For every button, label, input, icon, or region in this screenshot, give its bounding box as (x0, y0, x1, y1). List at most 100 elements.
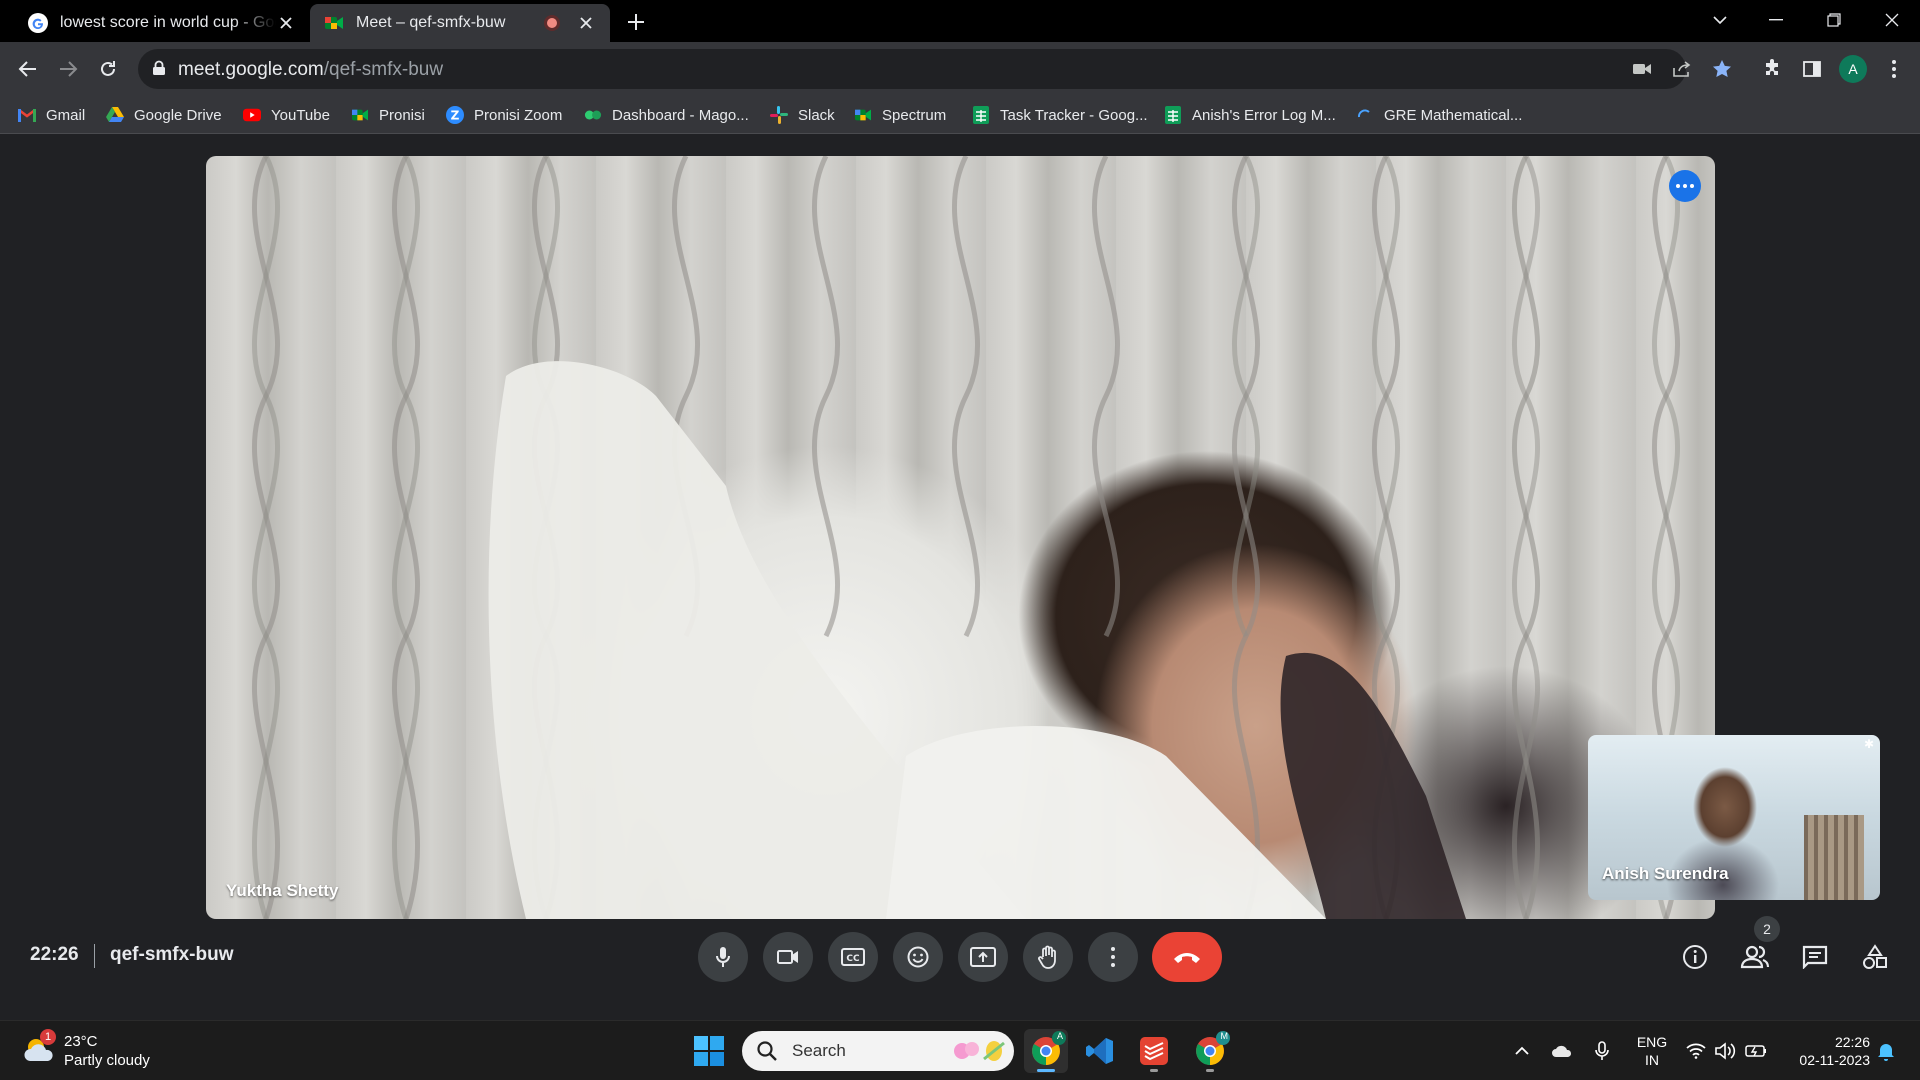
pin-icon[interactable]: ✱ (1864, 737, 1874, 751)
plus-icon (628, 14, 644, 30)
bookmark-dashboard[interactable]: Dashboard - Mago... (584, 104, 749, 126)
bookmark-star-icon[interactable] (1710, 57, 1734, 81)
tab-title: Meet – qef-smfx-buw (356, 14, 506, 31)
forward-button[interactable] (52, 53, 84, 85)
taskbar-clock[interactable]: 22:26 02-11-2023 (1774, 1033, 1870, 1069)
leave-call-button[interactable] (1152, 932, 1222, 982)
chat-button[interactable] (1792, 934, 1838, 980)
participant-name: Yuktha Shetty (226, 881, 339, 900)
more-options-button[interactable] (1669, 170, 1701, 202)
input-language-indicator[interactable]: ENG IN (1634, 1033, 1670, 1069)
bookmark-error-log[interactable]: Anish's Error Log M... (1164, 104, 1336, 126)
extensions-icon[interactable] (1758, 55, 1786, 83)
curtain-pattern (251, 156, 1681, 919)
meeting-details-button[interactable] (1672, 934, 1718, 980)
url-host: meet.google.com (178, 59, 324, 80)
arrow-right-icon (60, 61, 78, 77)
camera-button[interactable] (763, 932, 813, 982)
bookmark-pronisi-zoom[interactable]: Z Pronisi Zoom (446, 104, 562, 126)
share-icon[interactable] (1670, 57, 1694, 81)
info-icon (1683, 945, 1707, 969)
meet-icon (854, 106, 872, 124)
microphone-in-use-icon[interactable] (1590, 1039, 1614, 1063)
windows-start-icon[interactable] (694, 1036, 724, 1066)
url-text[interactable]: meet.google.com/qef-smfx-buw (178, 59, 443, 81)
new-tab-button[interactable] (622, 8, 650, 36)
loading-icon (1356, 106, 1374, 124)
captions-button[interactable]: CC (828, 932, 878, 982)
reload-button[interactable] (92, 53, 124, 85)
lock-icon[interactable] (152, 60, 166, 76)
activities-button[interactable] (1852, 934, 1898, 980)
activities-icon (1863, 944, 1887, 969)
close-tab-icon[interactable] (276, 13, 296, 33)
onedrive-icon[interactable] (1550, 1039, 1574, 1063)
present-screen-button[interactable] (958, 932, 1008, 982)
bookmark-youtube[interactable]: YouTube (243, 104, 330, 126)
microphone-button[interactable] (698, 932, 748, 982)
emoji-icon (907, 946, 929, 968)
profile-badge-letter: A (1056, 1031, 1063, 1041)
meeting-code[interactable]: qef-smfx-buw (110, 944, 234, 966)
weather-temperature: 23°C (64, 1033, 98, 1050)
clock-time: 22:26 (1834, 1034, 1870, 1050)
window-grill (1804, 815, 1864, 900)
taskbar-vscode[interactable] (1078, 1029, 1122, 1073)
address-bar[interactable]: meet.google.com/qef-smfx-buw (138, 49, 1731, 89)
bookmark-gmail[interactable]: Gmail (18, 104, 85, 126)
bookmark-slack[interactable]: Slack (770, 104, 835, 126)
main-participant-video[interactable]: Yuktha Shetty (206, 156, 1715, 919)
chat-icon (1802, 945, 1828, 969)
more-options-button[interactable] (1088, 932, 1138, 982)
close-window-button[interactable] (1864, 0, 1920, 40)
taskbar-chrome-profile-2[interactable]: M (1188, 1029, 1232, 1073)
side-panel-icon[interactable] (1798, 55, 1826, 83)
tab-search-button[interactable] (1692, 0, 1748, 40)
bookmark-label: Gmail (46, 106, 86, 124)
tab-google-search[interactable]: lowest score in world cup - Google Searc… (14, 4, 310, 42)
raise-hand-button[interactable] (1023, 932, 1073, 982)
bookmark-label: YouTube (271, 106, 330, 124)
taskbar-todoist[interactable] (1132, 1029, 1176, 1073)
self-participant-name: Anish Surendra (1602, 864, 1729, 883)
tab-meet[interactable]: Meet – qef-smfx-buw (310, 4, 610, 42)
recording-indicator-icon (544, 15, 560, 31)
search-highlight-icon (954, 1041, 1005, 1061)
restore-button[interactable] (1806, 0, 1862, 40)
taskbar-search-box[interactable]: Search (742, 1031, 1014, 1071)
battery-icon[interactable] (1744, 1039, 1768, 1063)
tab-title: lowest score in world cup - Google Searc… (60, 14, 276, 31)
bookmarks-bar: Gmail Google Drive YouTube Pronisi Z Pro… (0, 96, 1920, 134)
camera-icon (777, 950, 798, 964)
minimize-button[interactable] (1748, 0, 1804, 40)
self-view-video[interactable]: ✱ Anish Surendra (1588, 735, 1880, 900)
profile-avatar[interactable]: A (1839, 55, 1867, 83)
bookmark-label: Spectrum (882, 106, 947, 124)
reactions-button[interactable] (893, 932, 943, 982)
close-tab-icon[interactable] (576, 13, 596, 33)
show-hidden-icons-button[interactable] (1510, 1039, 1534, 1063)
taskbar-chrome[interactable]: A (1024, 1029, 1068, 1073)
gmail-icon (18, 106, 36, 124)
chrome-menu-icon[interactable] (1880, 55, 1908, 83)
volume-icon[interactable] (1714, 1039, 1738, 1063)
camera-in-use-icon[interactable] (1630, 57, 1654, 81)
bookmark-google-drive[interactable]: Google Drive (106, 104, 222, 126)
hang-up-icon (1174, 953, 1200, 963)
svg-text:CC: CC (846, 954, 860, 964)
bookmark-pronisi[interactable]: Pronisi (351, 104, 425, 126)
minimize-icon (1769, 19, 1783, 21)
hand-icon (1038, 945, 1056, 969)
bookmark-gre[interactable]: GRE Mathematical... (1356, 104, 1522, 126)
bookmark-task-tracker[interactable]: Task Tracker - Goog... (972, 104, 1148, 126)
search-icon (757, 1041, 777, 1061)
back-button[interactable] (12, 53, 44, 85)
present-icon (970, 947, 996, 967)
wifi-icon[interactable] (1684, 1039, 1708, 1063)
weather-widget[interactable]: 1 23°C Partly cloudy (22, 1029, 202, 1071)
bookmark-spectrum[interactable]: Spectrum (854, 104, 946, 126)
meet-icon (351, 106, 369, 124)
notifications-bell-icon[interactable] (1874, 1039, 1898, 1063)
bookmark-label: Google Drive (134, 106, 222, 124)
people-button[interactable] (1732, 934, 1778, 980)
